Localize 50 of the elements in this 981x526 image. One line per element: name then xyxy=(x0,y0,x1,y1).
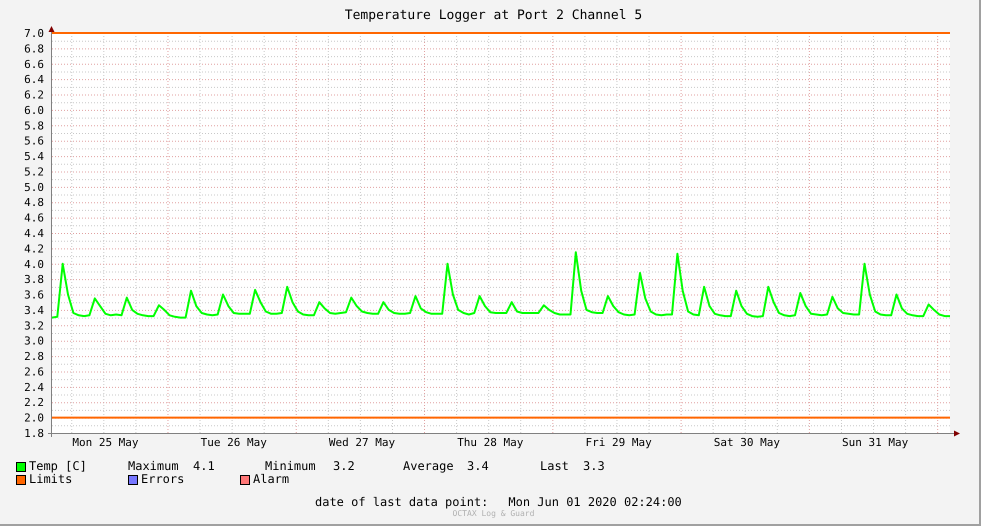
stat-label: Average xyxy=(403,460,455,473)
axis-label: 4.8 xyxy=(24,196,44,210)
stat-value: 4.1 xyxy=(193,460,216,473)
stat-label: Maximum xyxy=(128,460,180,473)
axis-label: 1.8 xyxy=(24,427,44,440)
axis-label: 2.6 xyxy=(24,365,44,378)
axis-label: Sun 31 May xyxy=(842,436,908,449)
axis-label: 6.0 xyxy=(24,104,44,117)
last-data-label: date of last data point: xyxy=(315,495,488,509)
axis-label: 2.2 xyxy=(24,396,44,410)
axis-label: 4.4 xyxy=(24,227,44,240)
axis-label: 3.4 xyxy=(24,304,44,317)
axis-label: 5.0 xyxy=(24,180,44,194)
axis-label: 5.6 xyxy=(24,134,44,148)
last-data-value: Mon Jun 01 2020 02:24:00 xyxy=(508,495,682,509)
stat-value: 3.2 xyxy=(333,460,356,473)
stat-label: Last xyxy=(540,460,570,473)
axis-label: 6.8 xyxy=(24,42,44,56)
axis-label: 4.6 xyxy=(24,212,44,225)
axis-label: 4.2 xyxy=(24,242,44,256)
axis-label: 3.8 xyxy=(24,273,44,286)
axis-label: 5.4 xyxy=(24,150,44,164)
axis-label: Mon 25 May xyxy=(72,436,139,449)
axis-label: 3.2 xyxy=(24,319,44,332)
watermark-text: OCTAX Log & Guard xyxy=(452,509,534,518)
axis-label: Wed 27 May xyxy=(328,436,396,449)
chart-title: Temperature Logger at Port 2 Channel 5 xyxy=(344,8,642,24)
axis-label: 6.6 xyxy=(24,58,44,71)
axis-label: 3.6 xyxy=(24,288,44,302)
stat-label: Minimum xyxy=(265,460,317,473)
axis-label: 4.0 xyxy=(24,258,44,271)
axis-label: 5.8 xyxy=(24,119,44,132)
axis-label: Thu 28 May xyxy=(457,436,524,449)
axis-label: Tue 26 May xyxy=(200,436,267,449)
axis-label: 3.0 xyxy=(24,334,44,348)
axis-label: 2.0 xyxy=(24,412,44,425)
axis-label: 7.0 xyxy=(24,27,44,40)
axis-label: 2.8 xyxy=(24,350,44,364)
axis-label: Sat 30 May xyxy=(714,436,780,449)
axis-label: 2.4 xyxy=(24,380,44,394)
legend-label: Limits xyxy=(29,473,72,486)
axis-label: 6.2 xyxy=(24,88,44,102)
axis-label: Fri 29 May xyxy=(585,436,652,449)
legend-label: Errors xyxy=(141,473,184,486)
stat-value: 3.4 xyxy=(467,460,490,473)
axis-label: 5.2 xyxy=(24,165,44,178)
stat-value: 3.3 xyxy=(583,460,606,473)
axis-label: 6.4 xyxy=(24,73,44,86)
legend-label: Alarm xyxy=(253,473,290,486)
legend-label: Temp [C] xyxy=(29,460,87,473)
